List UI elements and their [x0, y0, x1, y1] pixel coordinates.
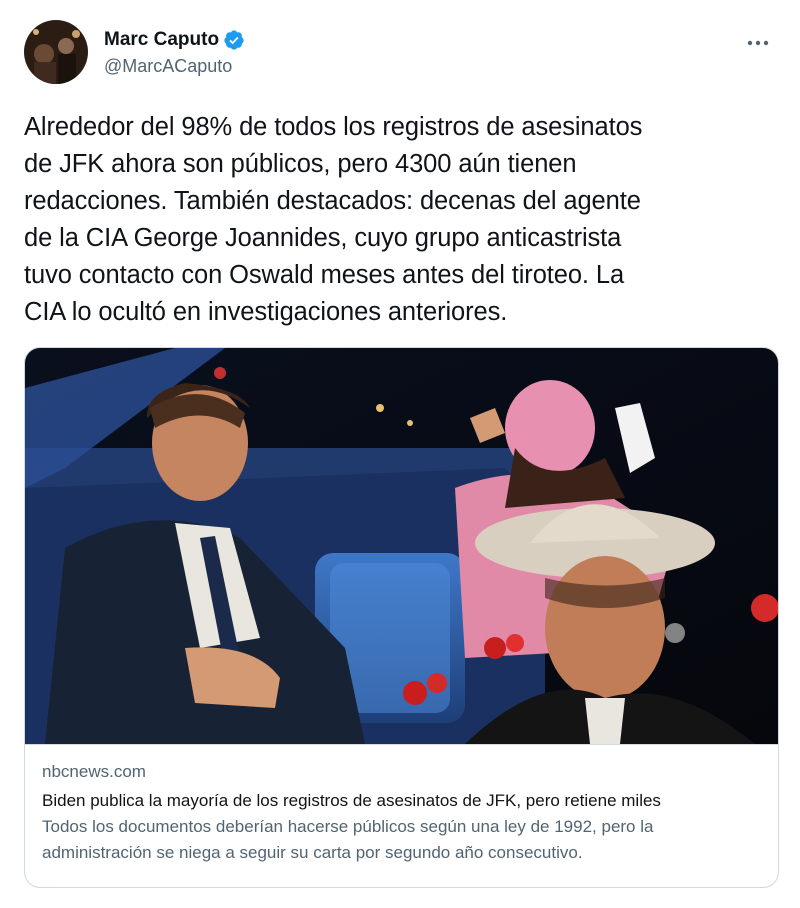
link-card-body[interactable]: nbcnews.com Biden publica la mayoría de …	[42, 760, 772, 866]
news-photo	[25, 348, 778, 744]
tweet-text-line: tuvo contacto con Oswald meses antes del…	[24, 261, 625, 289]
link-card-image[interactable]	[25, 348, 778, 744]
tweet-text-line: de JFK ahora son públicos, pero 4300 aún…	[24, 150, 577, 178]
card-divider	[25, 744, 778, 745]
link-card-title: Biden publica la mayoría de los registro…	[42, 791, 661, 810]
tweet-text: Alrededor del 98% de todos los registros…	[24, 109, 784, 331]
tweet-text-line: Alrededor del 98% de todos los registros…	[24, 113, 643, 141]
author-names: Marc Caputo @MarcACaputo	[104, 28, 245, 77]
link-card[interactable]: nbcnews.com Biden publica la mayoría de …	[24, 347, 779, 888]
tweet: Marc Caputo @MarcACaputo Alrededor del 9…	[0, 0, 800, 908]
link-card-domain: nbcnews.com	[42, 762, 146, 781]
more-options-button[interactable]	[740, 28, 776, 58]
author-handle[interactable]: @MarcACaputo	[104, 56, 245, 77]
display-name[interactable]: Marc Caputo	[104, 29, 219, 51]
link-card-description-line: administración se niega a seguir su cart…	[42, 843, 583, 862]
more-horizontal-icon	[747, 40, 769, 46]
tweet-text-line: de la CIA George Joannides, cuyo grupo a…	[24, 224, 622, 252]
tweet-header: Marc Caputo @MarcACaputo	[24, 20, 776, 86]
avatar-photo	[24, 20, 88, 84]
link-card-description-line: Todos los documentos deberían hacerse pú…	[42, 817, 654, 836]
verified-badge-icon	[224, 30, 244, 50]
avatar[interactable]	[24, 20, 88, 84]
tweet-text-line: CIA lo ocultó en investigaciones anterio…	[24, 298, 508, 326]
tweet-text-line: redacciones. También destacados: decenas…	[24, 187, 641, 215]
